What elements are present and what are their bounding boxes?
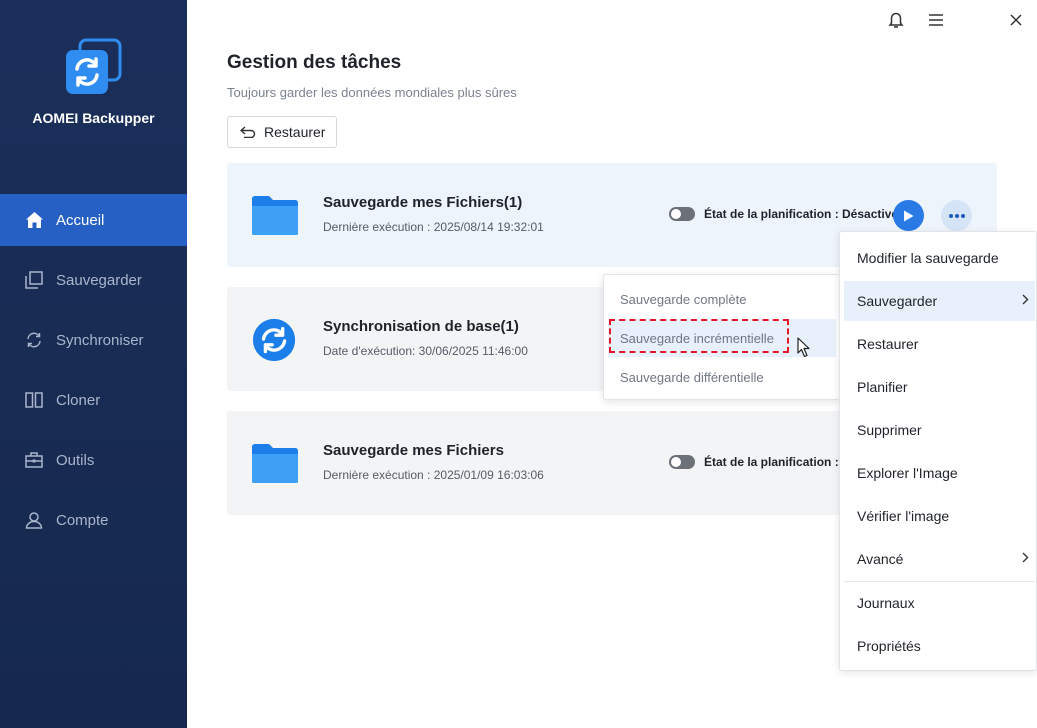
task-name: Sauvegarde mes Fichiers	[323, 442, 504, 459]
task-name: Sauvegarde mes Fichiers(1)	[323, 194, 523, 211]
toolbox-icon	[24, 450, 44, 470]
folder-icon	[252, 444, 298, 483]
sidebar-item-accueil[interactable]: Accueil	[0, 194, 187, 246]
schedule-status: État de la planification : De	[669, 455, 857, 469]
menu-icon	[929, 14, 943, 26]
sync-icon	[24, 330, 44, 350]
more-icon	[948, 213, 965, 218]
menu-item-advanced[interactable]: Avancé	[844, 539, 1035, 579]
task-last-run: Dernière exécution : 2025/01/09 16:03:06	[323, 468, 544, 482]
close-button[interactable]	[1006, 10, 1026, 30]
restore-button-label: Restaurer	[264, 124, 326, 140]
menu-item-backup[interactable]: Sauvegarder	[844, 281, 1035, 321]
menu-item-delete[interactable]: Supprimer	[844, 410, 1035, 450]
sidebar-item-label: Accueil	[56, 211, 105, 229]
menu-item-label: Explorer l'Image	[857, 465, 958, 481]
menu-item-check-image[interactable]: Vérifier l'image	[844, 496, 1035, 536]
clone-icon	[24, 390, 44, 410]
sidebar-item-label: Sauvegarder	[56, 271, 142, 289]
schedule-toggle[interactable]	[669, 207, 695, 221]
schedule-label: État de la planification : Désactivé	[704, 207, 899, 221]
schedule-toggle[interactable]	[669, 455, 695, 469]
menu-item-label: Supprimer	[857, 422, 922, 438]
run-task-button[interactable]	[893, 200, 924, 231]
menu-item-edit-backup[interactable]: Modifier la sauvegarde	[844, 238, 1035, 278]
menu-item-explore-image[interactable]: Explorer l'Image	[844, 453, 1035, 493]
sidebar-item-cloner[interactable]: Cloner	[0, 374, 187, 426]
undo-icon	[240, 126, 256, 138]
home-icon	[24, 210, 44, 230]
sidebar-item-sauvegarder[interactable]: Sauvegarder	[0, 254, 187, 306]
sidebar-item-synchroniser[interactable]: Synchroniser	[0, 314, 187, 366]
menu-item-logs[interactable]: Journaux	[844, 583, 1035, 623]
play-icon	[904, 210, 914, 221]
sidebar-item-label: Cloner	[56, 391, 101, 409]
sidebar: AOMEI Backupper Accueil Sauvegarder Sync…	[0, 0, 187, 728]
mouse-cursor-icon	[797, 337, 810, 358]
restore-button[interactable]: Restaurer	[227, 116, 337, 148]
app-name: AOMEI Backupper	[32, 110, 155, 126]
more-options-button[interactable]	[941, 200, 972, 231]
task-context-menu: Modifier la sauvegarde Sauvegarder Resta…	[839, 231, 1037, 671]
menu-item-schedule[interactable]: Planifier	[844, 367, 1035, 407]
bell-icon	[888, 12, 904, 28]
page-title: Gestion des tâches	[227, 52, 402, 73]
notification-button[interactable]	[886, 10, 906, 30]
task-name: Synchronisation de base(1)	[323, 318, 519, 335]
menu-item-label: Restaurer	[857, 336, 919, 352]
chevron-right-icon	[1022, 552, 1029, 563]
sidebar-item-label: Compte	[56, 511, 109, 529]
task-last-run: Dernière exécution : 2025/08/14 19:32:01	[323, 220, 544, 234]
backup-icon	[24, 270, 44, 290]
menu-item-differential-backup[interactable]: Sauvegarde différentielle	[608, 358, 836, 396]
menu-item-label: Planifier	[857, 379, 908, 395]
page-subtitle: Toujours garder les données mondiales pl…	[227, 85, 517, 100]
user-icon	[24, 510, 44, 530]
schedule-label: État de la planification : De	[704, 455, 858, 469]
chevron-right-icon	[1022, 294, 1029, 305]
menu-item-label: Sauvegarder	[857, 293, 938, 309]
menu-item-label: Journaux	[857, 595, 915, 611]
schedule-status: État de la planification : Désactivé	[669, 207, 898, 221]
sidebar-item-label: Outils	[56, 451, 95, 469]
menu-item-label: Avancé	[857, 551, 904, 567]
menu-item-properties[interactable]: Propriétés	[844, 626, 1035, 666]
task-last-run: Date d'exécution: 30/06/2025 11:46:00	[323, 344, 528, 358]
menu-item-label: Propriétés	[857, 638, 921, 654]
menu-separator	[844, 581, 1035, 582]
aomei-logo-icon	[66, 38, 122, 94]
folder-icon	[252, 196, 298, 235]
menu-item-label: Modifier la sauvegarde	[857, 250, 999, 266]
menu-item-full-backup[interactable]: Sauvegarde complète	[608, 280, 836, 318]
menu-item-label: Vérifier l'image	[857, 508, 950, 524]
menu-button[interactable]	[926, 10, 946, 30]
sidebar-item-outils[interactable]: Outils	[0, 434, 187, 486]
sync-circle-icon	[252, 318, 296, 362]
sidebar-item-label: Synchroniser	[56, 331, 144, 349]
sidebar-item-compte[interactable]: Compte	[0, 494, 187, 546]
menu-item-restore[interactable]: Restaurer	[844, 324, 1035, 364]
close-icon	[1010, 14, 1022, 26]
